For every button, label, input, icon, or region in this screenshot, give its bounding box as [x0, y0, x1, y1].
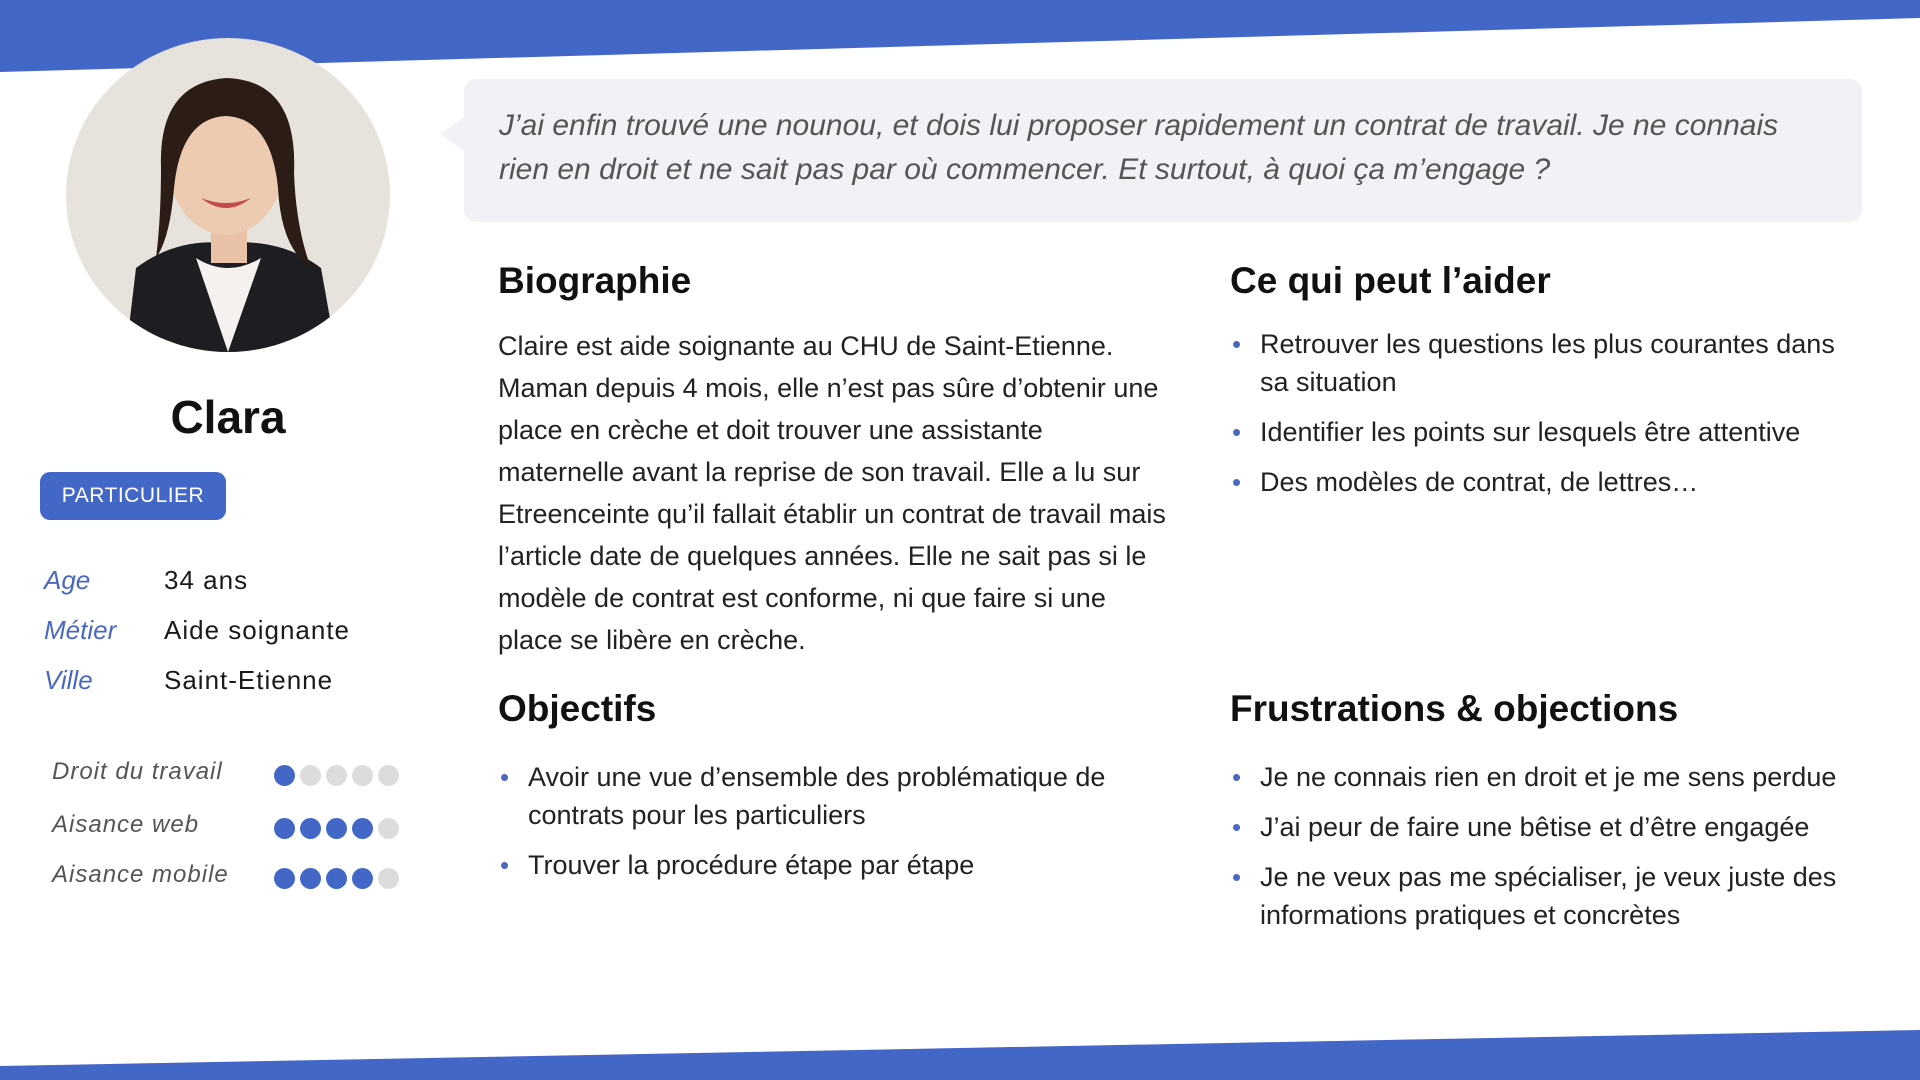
help-list: Retrouver les questions les plus courant… — [1230, 325, 1870, 513]
info-value: Saint-Etienne — [164, 665, 334, 695]
rating-dot-filled — [300, 868, 321, 889]
skill-label: Aisance web — [52, 811, 200, 838]
rating-dot-empty — [300, 765, 321, 786]
rating-dot-empty — [326, 765, 347, 786]
rating-dot-filled — [274, 868, 295, 889]
list-item: Trouver la procédure étape par étape — [498, 846, 1178, 884]
avatar — [66, 38, 390, 352]
info-key: Age — [44, 565, 91, 595]
quote-bubble: J’ai enfin trouvé une nounou, et dois lu… — [464, 79, 1862, 222]
list-item: Identifier les points sur lesquels être … — [1230, 413, 1870, 451]
rating-dot-filled — [274, 765, 295, 786]
info-value: Aide soignante — [164, 615, 351, 645]
rating-dot-empty — [378, 765, 399, 786]
biography-text: Claire est aide soignante au CHU de Sain… — [498, 331, 1166, 655]
rating-dot-empty — [378, 818, 399, 839]
quote-text: J’ai enfin trouvé une nounou, et dois lu… — [499, 109, 1779, 186]
skill-label: Aisance mobile — [52, 861, 229, 888]
skill-rating — [274, 765, 404, 786]
list-item: Je ne connais rien en droit et je me sen… — [1230, 758, 1890, 796]
rating-dot-filled — [300, 818, 321, 839]
rating-dot-filled — [274, 818, 295, 839]
rating-dot-empty — [378, 868, 399, 889]
biography-title: Biographie — [498, 260, 692, 301]
objectives-list: Avoir une vue d’ensemble des problématiq… — [498, 758, 1178, 896]
frustrations-title: Frustrations & objections — [1230, 688, 1679, 729]
skill-rating — [274, 818, 404, 839]
rating-dot-filled — [352, 868, 373, 889]
persona-name: Clara — [170, 391, 286, 443]
objectives-title: Objectifs — [498, 688, 657, 729]
list-item: Je ne veux pas me spécialiser, je veux j… — [1230, 858, 1890, 934]
info-value: 34 ans — [164, 565, 249, 595]
quote-bubble-tail — [440, 116, 466, 152]
rating-dot-filled — [326, 868, 347, 889]
help-title: Ce qui peut l’aider — [1230, 260, 1551, 301]
skill-row-mobile: Aisance mobile — [52, 861, 412, 893]
list-item: Des modèles de contrat, de lettres… — [1230, 463, 1870, 501]
rating-dot-filled — [352, 818, 373, 839]
frustrations-list: Je ne connais rien en droit et je me sen… — [1230, 758, 1890, 946]
list-item: Avoir une vue d’ensemble des problématiq… — [498, 758, 1178, 834]
persona-type-badge: PARTICULIER — [40, 472, 226, 520]
skill-label: Droit du travail — [52, 758, 223, 785]
list-item: J’ai peur de faire une bêtise et d’être … — [1230, 808, 1890, 846]
skill-rating — [274, 868, 404, 889]
skill-row-law: Droit du travail — [52, 758, 412, 790]
skill-row-web: Aisance web — [52, 811, 412, 843]
rating-dot-empty — [352, 765, 373, 786]
info-key: Ville — [44, 665, 93, 695]
list-item: Retrouver les questions les plus courant… — [1230, 325, 1870, 401]
info-key: Métier — [44, 615, 117, 645]
rating-dot-filled — [326, 818, 347, 839]
